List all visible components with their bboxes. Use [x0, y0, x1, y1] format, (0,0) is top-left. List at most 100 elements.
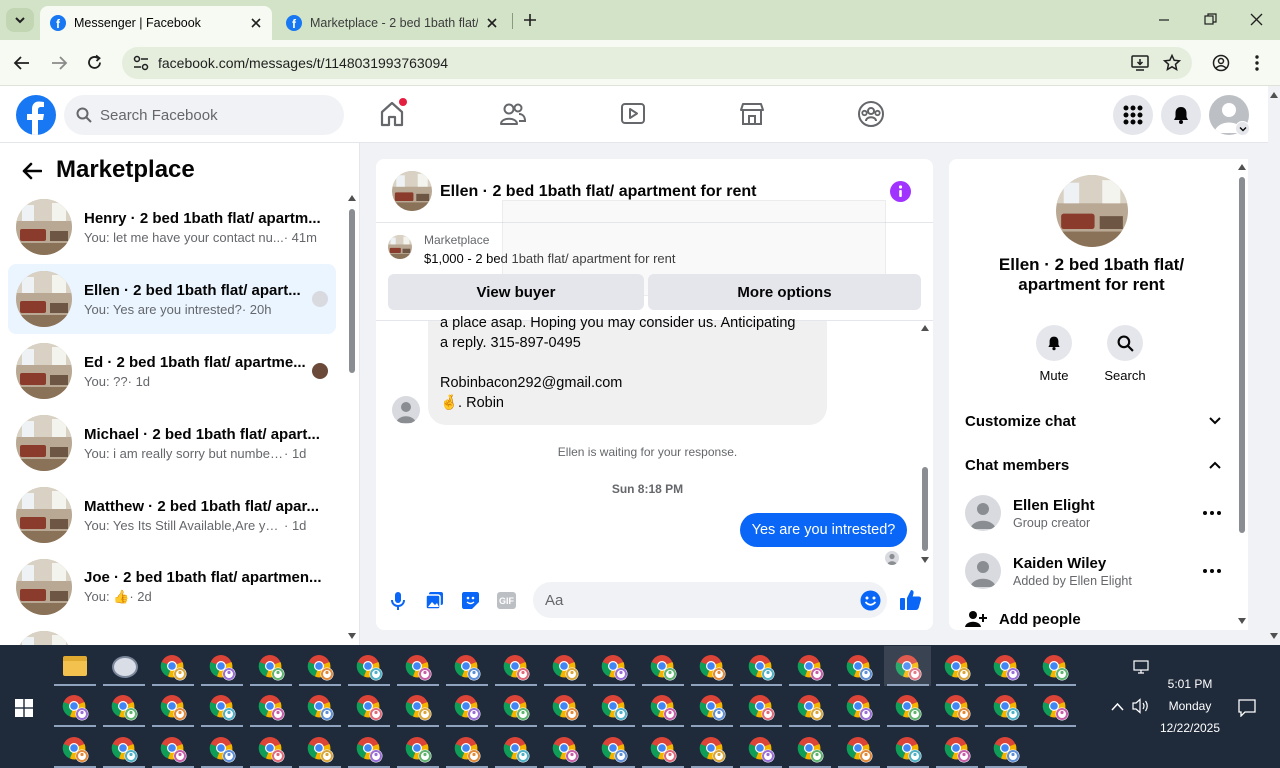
- scroll-thumb[interactable]: [1239, 177, 1245, 533]
- taskbar-chrome-window[interactable]: [895, 694, 923, 722]
- conversation-item[interactable]: Ellen · 2 bed 1bath flat/ apart... You: Y…: [8, 264, 336, 334]
- details-scrollbar[interactable]: [1236, 161, 1248, 628]
- taskbar-chrome-window[interactable]: [405, 736, 433, 764]
- taskbar-chrome-window[interactable]: [944, 694, 972, 722]
- taskbar-chrome-window[interactable]: [944, 736, 972, 764]
- add-people-row[interactable]: Add people: [965, 608, 1205, 630]
- taskbar-chrome-window[interactable]: [846, 654, 874, 682]
- volume-icon[interactable]: [1132, 698, 1150, 714]
- taskbar-chrome-window[interactable]: [993, 654, 1021, 682]
- page-scrollbar[interactable]: [1268, 86, 1280, 645]
- mute-button[interactable]: Mute: [1031, 325, 1077, 383]
- tab-messenger[interactable]: f Messenger | Facebook: [40, 6, 272, 40]
- scroll-thumb[interactable]: [349, 209, 355, 373]
- chat-members-row[interactable]: Chat members: [965, 453, 1221, 477]
- taskbar-chrome-window[interactable]: [552, 654, 580, 682]
- facebook-search[interactable]: Search Facebook: [64, 95, 344, 135]
- taskbar-chrome-window[interactable]: [601, 694, 629, 722]
- taskbar-chrome-window[interactable]: [699, 654, 727, 682]
- taskbar-chrome-window[interactable]: [993, 736, 1021, 764]
- clock-date[interactable]: 12/22/2025: [1150, 721, 1230, 735]
- scroll-up-arrow-icon[interactable]: [921, 325, 929, 331]
- taskbar-chrome-window[interactable]: [503, 694, 531, 722]
- facebook-logo[interactable]: [16, 95, 56, 135]
- tab-marketplace[interactable]: f Marketplace - 2 bed 1bath flat/: [276, 6, 508, 40]
- clock-day[interactable]: Monday: [1150, 699, 1230, 713]
- nav-groups[interactable]: [857, 100, 885, 128]
- file-explorer-icon[interactable]: [63, 656, 87, 676]
- taskbar-chrome-window[interactable]: [503, 654, 531, 682]
- taskbar-chrome-window[interactable]: [160, 694, 188, 722]
- taskbar-chrome-window[interactable]: [846, 736, 874, 764]
- taskbar-chrome-window[interactable]: [160, 654, 188, 682]
- taskbar-chrome-window[interactable]: [356, 654, 384, 682]
- taskbar-chrome-window[interactable]: [454, 654, 482, 682]
- more-options-icon[interactable]: [1203, 569, 1221, 573]
- thumbs-up-icon[interactable]: [899, 588, 922, 611]
- outgoing-message-bubble[interactable]: Yes are you intrested?: [740, 513, 907, 547]
- clock-time[interactable]: 5:01 PM: [1150, 677, 1230, 691]
- taskbar-chrome-window[interactable]: [209, 654, 237, 682]
- scroll-up-arrow-icon[interactable]: [1238, 164, 1246, 170]
- conversation-item[interactable]: Matthew · 2 bed 1bath flat/ apar... You: …: [8, 480, 336, 550]
- taskbar-chrome-window[interactable]: [944, 654, 972, 682]
- taskbar-chrome-window[interactable]: [111, 694, 139, 722]
- taskbar-chrome-window[interactable]: [258, 736, 286, 764]
- more-options-icon[interactable]: [1203, 511, 1221, 515]
- browser-menu-icon[interactable]: [1254, 54, 1260, 72]
- list-scrollbar[interactable]: [346, 193, 358, 643]
- nav-marketplace[interactable]: [738, 100, 766, 128]
- emoji-icon[interactable]: [860, 590, 881, 611]
- taskbar-chrome-window[interactable]: [111, 736, 139, 764]
- notifications-button[interactable]: [1161, 95, 1201, 135]
- taskbar-chrome-window[interactable]: [307, 694, 335, 722]
- member-item[interactable]: Kaiden Wiley Added by Ellen Elight: [965, 553, 1221, 589]
- url-text[interactable]: facebook.com/messages/t/1148031993763094: [158, 55, 448, 71]
- chat-header-title[interactable]: Ellen · 2 bed 1bath flat/ apartment for …: [440, 183, 757, 201]
- scroll-down-arrow-icon[interactable]: [921, 557, 929, 563]
- chat-header-avatar[interactable]: [392, 171, 432, 211]
- taskbar-chrome-window[interactable]: [699, 694, 727, 722]
- taskbar-chrome-window[interactable]: [748, 736, 776, 764]
- taskbar-chrome-window[interactable]: [1042, 654, 1070, 682]
- gif-button[interactable]: GIF: [497, 592, 516, 609]
- taskbar-chrome-window[interactable]: [307, 736, 335, 764]
- install-app-icon[interactable]: [1131, 55, 1149, 71]
- nav-friends[interactable]: [499, 100, 527, 128]
- taskbar-chrome-window[interactable]: [552, 694, 580, 722]
- taskbar-chrome-window[interactable]: [748, 654, 776, 682]
- conversation-item[interactable]: Ed · 2 bed 1bath flat/ apartme... You: ??…: [8, 336, 336, 406]
- taskbar-chrome-window[interactable]: [552, 736, 580, 764]
- taskbar-chrome-window[interactable]: [209, 694, 237, 722]
- taskbar-chrome-window[interactable]: [601, 654, 629, 682]
- taskbar-chrome-window[interactable]: [895, 736, 923, 764]
- taskbar-chrome-window[interactable]: [993, 694, 1021, 722]
- minimize-icon[interactable]: [1158, 14, 1170, 26]
- profile-icon[interactable]: [1212, 54, 1230, 72]
- taskbar-chrome-window[interactable]: [650, 654, 678, 682]
- new-tab-plus-icon[interactable]: [522, 12, 538, 28]
- listing-thumbnail[interactable]: [388, 235, 412, 259]
- view-buyer-button[interactable]: View buyer: [388, 274, 644, 310]
- scroll-up-arrow-icon[interactable]: [348, 195, 356, 201]
- back-arrow-icon[interactable]: [13, 55, 31, 71]
- forward-arrow-icon[interactable]: [50, 55, 68, 71]
- chevron-up-tray-icon[interactable]: [1111, 702, 1124, 711]
- more-options-button[interactable]: More options: [648, 274, 921, 310]
- taskbar-chrome-window[interactable]: [503, 736, 531, 764]
- reload-icon[interactable]: [86, 54, 103, 71]
- address-bar[interactable]: facebook.com/messages/t/1148031993763094: [122, 47, 1192, 79]
- chat-scrollbar[interactable]: [919, 321, 931, 567]
- network-icon[interactable]: [1133, 660, 1149, 674]
- sticker-icon[interactable]: [461, 591, 480, 610]
- windows-start-icon[interactable]: [15, 699, 33, 717]
- bookmark-star-icon[interactable]: [1163, 54, 1181, 72]
- conversation-item[interactable]: Henry · 2 bed 1bath flat/ apartm... You: …: [8, 192, 336, 262]
- taskbar-chrome-window[interactable]: [650, 694, 678, 722]
- taskbar-chrome-window[interactable]: [699, 736, 727, 764]
- microphone-icon[interactable]: [390, 591, 406, 611]
- scroll-down-arrow-icon[interactable]: [348, 633, 356, 639]
- taskbar-chrome-window[interactable]: [160, 736, 188, 764]
- taskbar-chrome-window[interactable]: [601, 736, 629, 764]
- customize-chat-row[interactable]: Customize chat: [965, 409, 1221, 433]
